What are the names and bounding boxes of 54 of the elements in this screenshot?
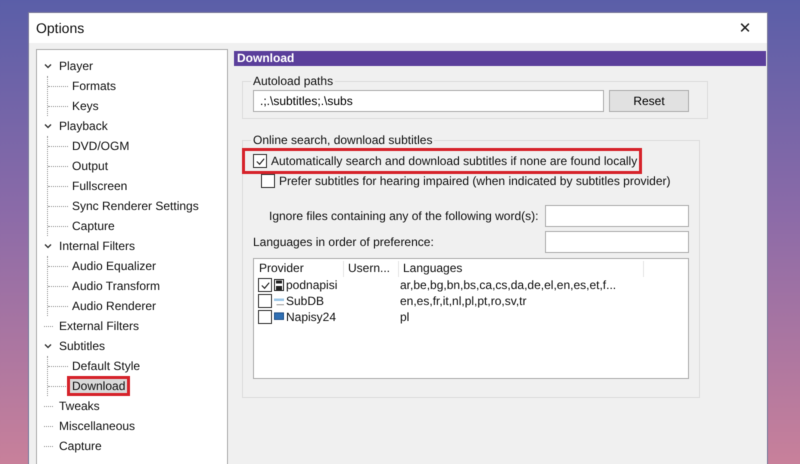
- tree-item[interactable]: Tweaks: [57, 399, 102, 413]
- tree-item[interactable]: Keys: [70, 99, 101, 113]
- check-icon: [254, 156, 266, 166]
- input-field[interactable]: [545, 231, 689, 253]
- reset-button[interactable]: Reset: [609, 90, 689, 112]
- checkbox[interactable]: [258, 310, 272, 324]
- tree-item[interactable]: Sync Renderer Settings: [70, 199, 201, 213]
- close-button[interactable]: ✕: [723, 13, 767, 43]
- checkbox[interactable]: [253, 154, 267, 168]
- column-header[interactable]: Usern...: [344, 261, 399, 277]
- tree-item[interactable]: Default Style: [70, 359, 142, 373]
- field-label: Ignore files containing any of the following word(s):: [269, 209, 538, 223]
- tree-item[interactable]: Formats: [70, 79, 118, 93]
- tree-item[interactable]: Player: [57, 59, 96, 73]
- window-title: Options: [36, 20, 84, 36]
- tree-item[interactable]: DVD/OGM: [70, 139, 132, 153]
- table-cell-text: en,es,fr,it,nl,pl,pt,ro,sv,tr: [399, 294, 528, 308]
- tree-item[interactable]: Audio Equalizer: [70, 259, 158, 273]
- tree-item[interactable]: External Filters: [57, 319, 142, 333]
- tree-item[interactable]: Capture: [57, 439, 104, 453]
- tree-item[interactable]: Download: [70, 379, 128, 393]
- tree-item[interactable]: Subtitles: [57, 339, 108, 353]
- table-cell: Napisy24: [286, 310, 336, 324]
- checkbox-label: Automatically search and download subtitles if none are found locally: [271, 154, 638, 168]
- checkbox[interactable]: [258, 278, 272, 292]
- column-header[interactable]: Languages: [399, 261, 644, 277]
- tree-item[interactable]: Miscellaneous: [57, 419, 138, 433]
- checkbox[interactable]: [261, 174, 275, 188]
- tree-item[interactable]: Audio Transform: [70, 279, 162, 293]
- input-field[interactable]: .;.\subtitles;.\subs: [253, 90, 604, 112]
- tree-item[interactable]: Internal Filters: [57, 239, 138, 253]
- chevron-icon[interactable]: [43, 61, 53, 71]
- page-header: Download: [234, 51, 766, 66]
- group-title: Autoload paths: [252, 74, 334, 88]
- checkbox[interactable]: [258, 294, 272, 308]
- table-cell-text: pl: [399, 310, 410, 324]
- tree-item[interactable]: Audio Renderer: [70, 299, 158, 313]
- tree-item[interactable]: Fullscreen: [70, 179, 130, 193]
- group-title: Online search, download subtitles: [252, 133, 434, 147]
- column-header[interactable]: Provider: [258, 261, 344, 277]
- checkbox-label: Prefer subtitles for hearing impaired (when indicated by subtitles provider): [279, 174, 671, 188]
- tree-item[interactable]: Capture: [70, 219, 117, 233]
- field-label: Languages in order of preference:: [253, 235, 434, 249]
- chevron-icon[interactable]: [43, 241, 53, 251]
- input-field[interactable]: [545, 205, 689, 227]
- tree-item[interactable]: Playback: [57, 119, 110, 133]
- tree-item[interactable]: Output: [70, 159, 110, 173]
- chevron-icon[interactable]: [43, 121, 53, 131]
- chevron-icon[interactable]: [43, 341, 53, 351]
- check-icon: [260, 280, 270, 290]
- table-cell: podnapisi: [286, 278, 338, 292]
- screen-icon: [274, 311, 284, 323]
- table-cell: SubDB: [286, 294, 324, 308]
- table-cell-text: ar,be,bg,bn,bs,ca,cs,da,de,el,en,es,et,f...: [399, 278, 618, 292]
